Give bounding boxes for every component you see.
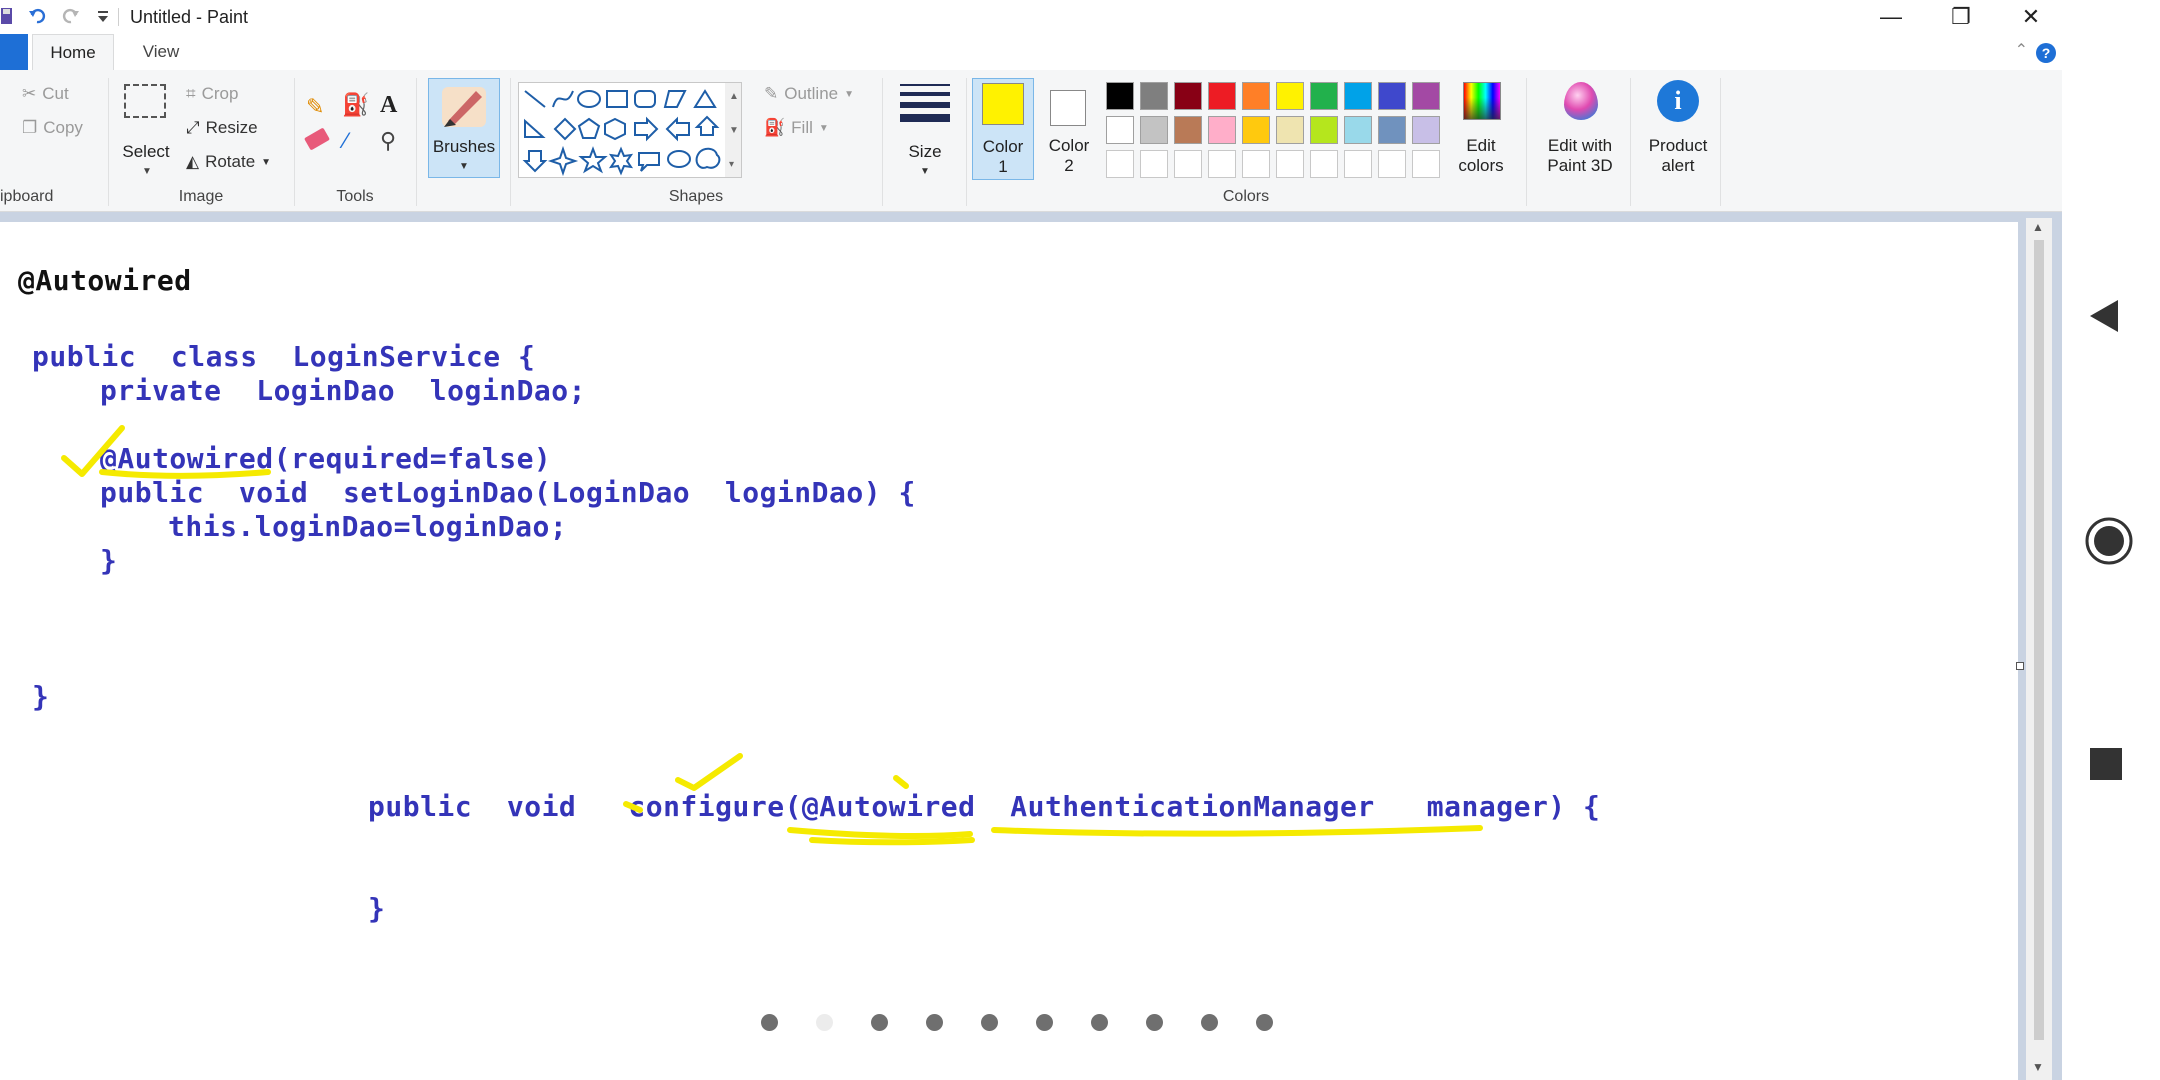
page-dot[interactable] xyxy=(871,1014,888,1031)
checkmark-annotation xyxy=(61,425,125,477)
page-dot[interactable] xyxy=(1201,1014,1218,1031)
checkmark-annotation xyxy=(675,753,743,791)
back-icon[interactable] xyxy=(2086,296,2122,336)
home-circle-icon[interactable] xyxy=(2084,516,2134,566)
tick-mark-annotation xyxy=(893,775,909,789)
recents-square-icon[interactable] xyxy=(2090,748,2122,780)
page-dot[interactable] xyxy=(761,1014,778,1031)
page-dot[interactable] xyxy=(1036,1014,1053,1031)
page-dot[interactable] xyxy=(981,1014,998,1031)
page-dot[interactable] xyxy=(816,1014,833,1031)
underline-annotation xyxy=(787,827,973,840)
android-nav-bar xyxy=(2062,0,2160,1080)
underline-annotation xyxy=(809,837,975,846)
page-dot[interactable] xyxy=(1146,1014,1163,1031)
highlighter-annotations xyxy=(61,425,1483,846)
page-dot[interactable] xyxy=(1256,1014,1273,1031)
tick-mark-annotation xyxy=(623,801,643,813)
underline-annotation xyxy=(991,825,1483,837)
underline-annotation xyxy=(99,469,271,479)
page-dot[interactable] xyxy=(1091,1014,1108,1031)
page-dot[interactable] xyxy=(926,1014,943,1031)
